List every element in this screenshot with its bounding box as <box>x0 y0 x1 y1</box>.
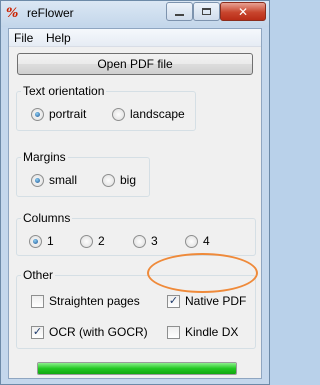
orientation-landscape-radio[interactable] <box>112 107 125 121</box>
columns-title: Columns <box>21 211 73 225</box>
columns-1-label: 1 <box>47 234 54 248</box>
columns-3-option[interactable]: 3 <box>133 234 158 248</box>
margins-small-radio[interactable] <box>31 173 44 187</box>
text-orientation-title: Text orientation <box>21 84 107 98</box>
minimize-button[interactable] <box>166 2 193 21</box>
straighten-pages-checkbox[interactable] <box>31 294 44 308</box>
columns-group: Columns 1 2 3 4 <box>16 211 256 256</box>
ocr-option[interactable]: ✓ OCR (with GOCR) <box>31 325 148 339</box>
columns-4-radio[interactable] <box>185 234 198 248</box>
columns-4-label: 4 <box>203 234 210 248</box>
kindle-dx-label: Kindle DX <box>185 325 239 339</box>
orientation-landscape-option[interactable]: landscape <box>112 107 185 121</box>
orientation-portrait-label: portrait <box>49 107 87 121</box>
window-title: reFlower <box>27 6 74 20</box>
columns-3-radio[interactable] <box>133 234 146 248</box>
orientation-portrait-option[interactable]: portrait <box>31 107 86 121</box>
columns-1-radio[interactable] <box>29 234 42 248</box>
title-bar[interactable]: % reFlower ✕ <box>1 1 269 27</box>
margins-group: Margins small big <box>16 150 150 197</box>
orientation-portrait-radio[interactable] <box>31 107 44 121</box>
margins-big-label: big <box>120 173 137 187</box>
margins-big-radio[interactable] <box>102 173 115 187</box>
columns-2-label: 2 <box>98 234 105 248</box>
margins-big-option[interactable]: big <box>102 173 136 187</box>
straighten-pages-option[interactable]: Straighten pages <box>31 294 140 308</box>
menu-bar: File Help <box>9 29 261 47</box>
kindle-dx-option[interactable]: Kindle DX <box>167 325 238 339</box>
margins-small-option[interactable]: small <box>31 173 77 187</box>
native-pdf-option[interactable]: ✓ Native PDF <box>167 294 246 308</box>
menu-help[interactable]: Help <box>46 31 71 45</box>
ocr-checkbox[interactable]: ✓ <box>31 325 44 339</box>
progress-fill <box>38 363 236 374</box>
margins-title: Margins <box>21 150 68 164</box>
orientation-landscape-label: landscape <box>130 107 185 121</box>
text-orientation-group: Text orientation portrait landscape <box>16 84 196 131</box>
close-icon: ✕ <box>237 4 249 19</box>
margins-small-label: small <box>49 173 78 187</box>
ocr-label: OCR (with GOCR) <box>49 325 148 339</box>
columns-3-label: 3 <box>151 234 158 248</box>
columns-4-option[interactable]: 4 <box>185 234 210 248</box>
app-icon[interactable]: % <box>6 5 24 23</box>
straighten-pages-label: Straighten pages <box>49 294 140 308</box>
open-pdf-button[interactable]: Open PDF file <box>17 53 253 75</box>
maximize-button[interactable] <box>193 2 220 21</box>
kindle-dx-checkbox[interactable] <box>167 325 180 339</box>
minimize-icon <box>175 13 184 16</box>
columns-2-option[interactable]: 2 <box>80 234 105 248</box>
progress-bar <box>37 362 237 375</box>
close-button[interactable]: ✕ <box>220 2 266 21</box>
app-window: % reFlower ✕ File Help Open PDF file Tex… <box>0 0 270 385</box>
menu-file[interactable]: File <box>14 31 33 45</box>
client-area: File Help Open PDF file Text orientation… <box>8 28 262 379</box>
columns-2-radio[interactable] <box>80 234 93 248</box>
other-title: Other <box>21 268 56 282</box>
other-group: Other Straighten pages ✓ Native PDF ✓ OC… <box>16 268 256 349</box>
native-pdf-label: Native PDF <box>185 294 247 308</box>
columns-1-option[interactable]: 1 <box>29 234 54 248</box>
native-pdf-checkbox[interactable]: ✓ <box>167 294 180 308</box>
maximize-icon <box>202 8 211 15</box>
